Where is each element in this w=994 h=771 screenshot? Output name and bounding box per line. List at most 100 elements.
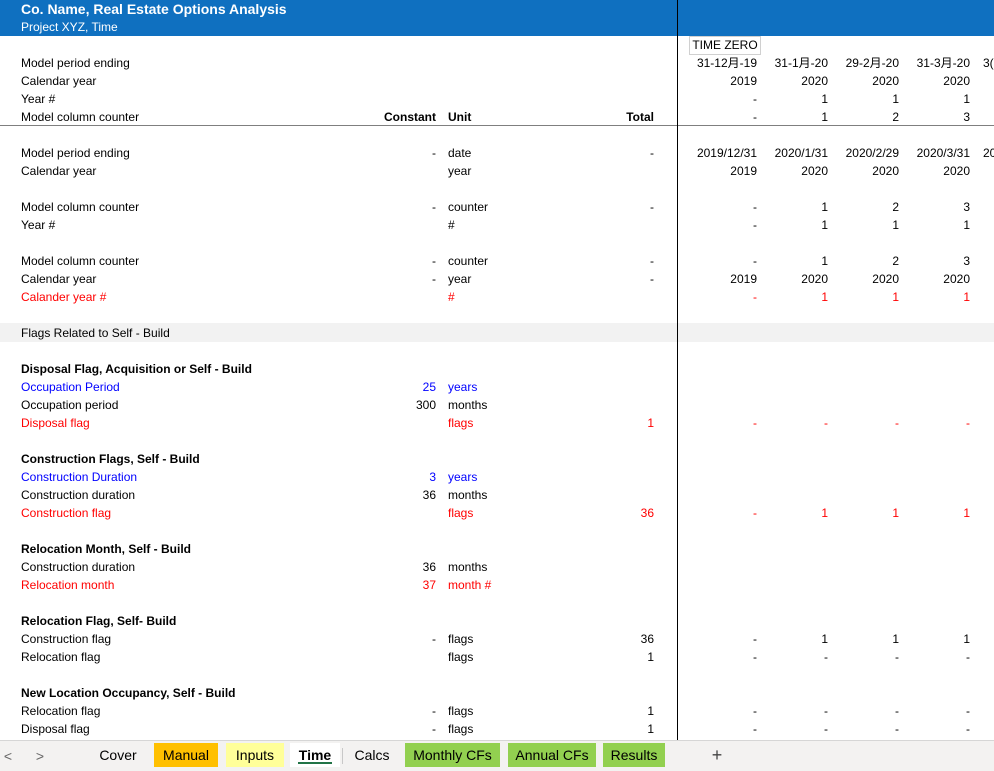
tab-inputs[interactable]: Inputs xyxy=(226,743,284,767)
cell[interactable]: 2 xyxy=(834,252,899,270)
cell[interactable]: 1 xyxy=(834,630,899,648)
constant-header[interactable]: Constant xyxy=(330,108,436,126)
chevron-right-icon[interactable]: > xyxy=(32,746,48,766)
cell[interactable]: 2019/12/31 xyxy=(683,144,757,162)
total-cell[interactable]: 1 xyxy=(560,648,654,666)
row-label[interactable]: Model column counter xyxy=(21,198,139,216)
row-label[interactable]: Model period ending xyxy=(21,144,130,162)
cell[interactable]: 3 xyxy=(905,252,970,270)
cell[interactable]: - xyxy=(834,648,899,666)
unit-cell[interactable]: months xyxy=(448,486,487,504)
cell[interactable]: 2020 xyxy=(834,270,899,288)
cell[interactable]: - xyxy=(905,414,970,432)
constant-cell[interactable]: - xyxy=(330,720,436,738)
row-label[interactable]: Construction flag xyxy=(21,630,111,648)
row-label[interactable]: Construction Duration xyxy=(21,468,137,486)
unit-cell[interactable]: flags xyxy=(448,504,473,522)
row-label[interactable]: Occupation Period xyxy=(21,378,120,396)
constant-cell[interactable]: 36 xyxy=(330,486,436,504)
cell[interactable]: - xyxy=(683,630,757,648)
cell[interactable]: 1 xyxy=(763,504,828,522)
cell[interactable]: 1 xyxy=(763,288,828,306)
total-cell[interactable]: - xyxy=(560,144,654,162)
cell[interactable]: - xyxy=(683,108,757,126)
cell[interactable]: - xyxy=(763,720,828,738)
unit-cell[interactable]: months xyxy=(448,558,487,576)
constant-cell[interactable]: 36 xyxy=(330,558,436,576)
cell[interactable]: 2020 xyxy=(905,162,970,180)
tab-monthly-cfs[interactable]: Monthly CFs xyxy=(405,743,500,767)
block-title[interactable]: Relocation Flag, Self- Build xyxy=(21,612,176,630)
cell[interactable]: 1 xyxy=(905,216,970,234)
cell[interactable]: 3( xyxy=(983,54,994,72)
row-label[interactable]: Relocation month xyxy=(21,576,114,594)
total-header[interactable]: Total xyxy=(560,108,654,126)
cell[interactable]: - xyxy=(763,414,828,432)
unit-cell[interactable]: flags xyxy=(448,702,473,720)
tab-annual-cfs[interactable]: Annual CFs xyxy=(508,743,596,767)
constant-cell[interactable]: - xyxy=(330,144,436,162)
row-label[interactable]: Disposal flag xyxy=(21,414,90,432)
total-cell[interactable]: 1 xyxy=(560,414,654,432)
cell[interactable]: 2020 xyxy=(834,162,899,180)
unit-cell[interactable]: flags xyxy=(448,720,473,738)
cell[interactable]: 2019 xyxy=(683,270,757,288)
tab-manual[interactable]: Manual xyxy=(154,743,218,767)
total-cell[interactable]: 36 xyxy=(560,630,654,648)
unit-cell[interactable]: year xyxy=(448,270,471,288)
row-label[interactable]: Calendar year xyxy=(21,162,96,180)
row-label[interactable]: Occupation period xyxy=(21,396,118,414)
cell[interactable]: 2 xyxy=(834,108,899,126)
block-title[interactable]: Construction Flags, Self - Build xyxy=(21,450,200,468)
total-cell[interactable]: 36 xyxy=(560,504,654,522)
cell[interactable]: 1 xyxy=(763,90,828,108)
unit-cell[interactable]: year xyxy=(448,162,471,180)
cell[interactable]: 1 xyxy=(763,216,828,234)
tab-calcs[interactable]: Calcs xyxy=(346,743,398,767)
unit-cell[interactable]: month # xyxy=(448,576,491,594)
unit-header[interactable]: Unit xyxy=(448,108,471,126)
cell[interactable]: - xyxy=(763,648,828,666)
constant-cell[interactable]: 3 xyxy=(330,468,436,486)
constant-cell[interactable]: 300 xyxy=(330,396,436,414)
constant-cell[interactable]: 37 xyxy=(330,576,436,594)
cell[interactable]: 2020 xyxy=(763,270,828,288)
row-label[interactable]: Calander year # xyxy=(21,288,106,306)
cell[interactable]: - xyxy=(905,702,970,720)
row-label[interactable]: Construction flag xyxy=(21,504,111,522)
unit-cell[interactable]: counter xyxy=(448,252,488,270)
cell[interactable]: 2020/1/31 xyxy=(763,144,828,162)
cell[interactable]: 31-12月-19 xyxy=(683,54,757,72)
cell[interactable]: - xyxy=(683,216,757,234)
constant-cell[interactable]: - xyxy=(330,702,436,720)
cell[interactable]: 2019 xyxy=(683,72,757,90)
row-label[interactable]: Relocation flag xyxy=(21,648,100,666)
cell[interactable]: 3 xyxy=(905,108,970,126)
unit-cell[interactable]: months xyxy=(448,396,487,414)
unit-cell[interactable]: flags xyxy=(448,648,473,666)
row-label[interactable]: Calendar year xyxy=(21,270,96,288)
cell[interactable]: - xyxy=(683,504,757,522)
unit-cell[interactable]: years xyxy=(448,378,477,396)
cell[interactable]: 1 xyxy=(763,198,828,216)
cell[interactable]: 1 xyxy=(834,216,899,234)
block-title[interactable]: Relocation Month, Self - Build xyxy=(21,540,191,558)
cell[interactable]: - xyxy=(834,720,899,738)
cell[interactable]: 29-2月-20 xyxy=(834,54,899,72)
total-cell[interactable]: - xyxy=(560,270,654,288)
unit-cell[interactable]: date xyxy=(448,144,471,162)
unit-cell[interactable]: flags xyxy=(448,630,473,648)
cell[interactable]: - xyxy=(683,648,757,666)
cell[interactable]: 3 xyxy=(905,198,970,216)
cell[interactable]: 2020 xyxy=(905,72,970,90)
tab-time[interactable]: Time xyxy=(290,743,340,767)
cell[interactable]: 2020 xyxy=(905,270,970,288)
row-label[interactable]: Model column counter xyxy=(21,252,139,270)
cell[interactable]: 2020 xyxy=(834,72,899,90)
section-title[interactable]: Flags Related to Self - Build xyxy=(21,324,170,342)
constant-cell[interactable]: 25 xyxy=(330,378,436,396)
cell[interactable]: - xyxy=(683,288,757,306)
row-label[interactable]: Model period ending xyxy=(21,54,130,72)
unit-cell[interactable]: counter xyxy=(448,198,488,216)
cell[interactable]: 1 xyxy=(834,504,899,522)
